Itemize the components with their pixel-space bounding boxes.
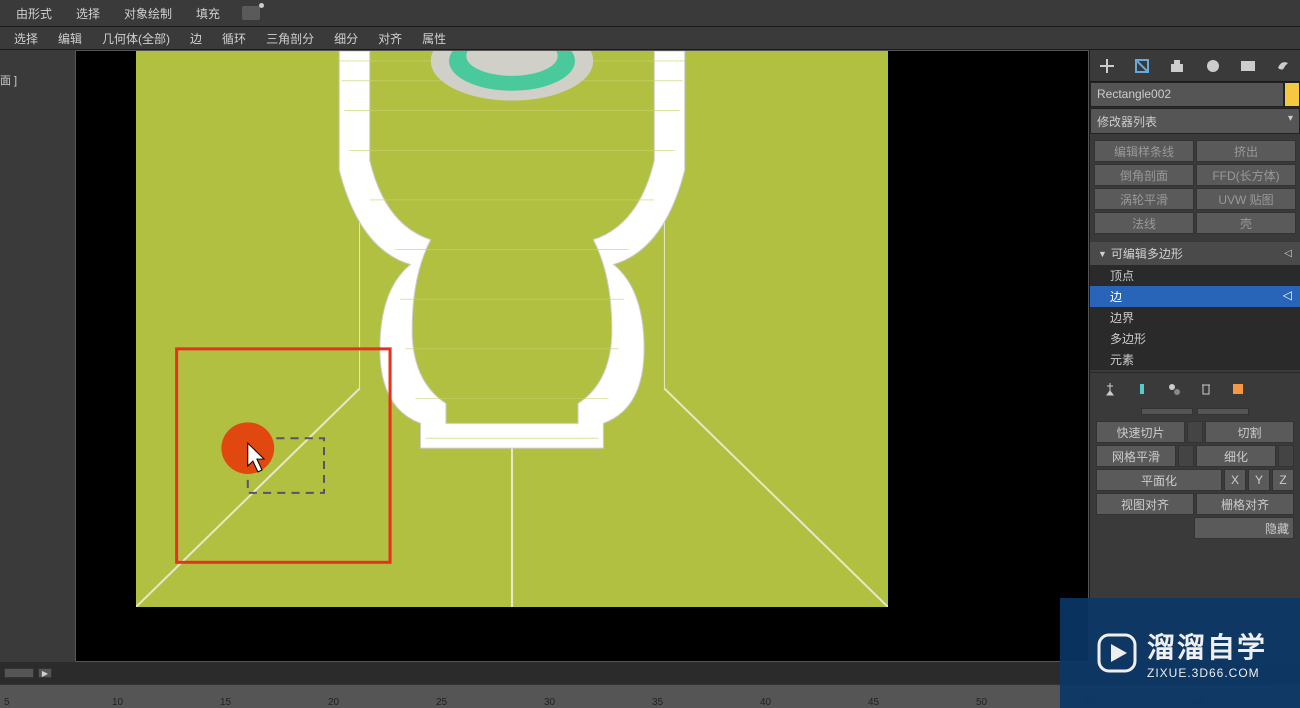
watermark-logo-icon	[1093, 629, 1141, 677]
menu-fill[interactable]: 填充	[184, 1, 232, 26]
motion-tab-icon[interactable]	[1202, 55, 1224, 77]
menu2-geometry-all[interactable]: 几何体(全部)	[92, 27, 180, 50]
remove-modifier-icon[interactable]	[1196, 379, 1216, 399]
main-area: 面 ]	[0, 50, 1300, 662]
menu2-edge[interactable]: 边	[180, 27, 212, 50]
horizontal-scrollbar[interactable]	[4, 668, 34, 678]
timeline-tick: 45	[864, 697, 972, 708]
menu2-edit[interactable]: 编辑	[48, 27, 92, 50]
viewport-label: 面 ]	[0, 72, 17, 88]
planar-x-button[interactable]: X	[1224, 469, 1246, 491]
timeline-tick: 40	[756, 697, 864, 708]
notification-icon[interactable]	[242, 6, 260, 20]
menu-object-paint[interactable]: 对象绘制	[112, 1, 184, 26]
stack-item-edge-indicator-icon: ◁	[1283, 288, 1292, 305]
menu2-align[interactable]: 对齐	[368, 27, 412, 50]
msmooth-button[interactable]: 网格平滑	[1096, 445, 1176, 467]
timeline-tick: 35	[648, 697, 756, 708]
mod-edit-spline-button[interactable]: 编辑样条线	[1094, 140, 1194, 162]
timeline-tick: 20	[324, 697, 432, 708]
timeline-tick: 10	[108, 697, 216, 708]
quickslice-button[interactable]: 快速切片	[1096, 421, 1185, 443]
make-unique-icon[interactable]	[1164, 379, 1184, 399]
modifier-quick-buttons: 编辑样条线 挤出 倒角剖面 FFD(长方体) 涡轮平滑 UVW 贴图 法线 壳	[1090, 134, 1300, 240]
menu-freeform[interactable]: 由形式	[4, 1, 64, 26]
menu-select[interactable]: 选择	[64, 1, 112, 26]
timeline-tick: 25	[432, 697, 540, 708]
menu2-properties[interactable]: 属性	[412, 27, 456, 50]
make-planar-button[interactable]: 平面化	[1096, 469, 1222, 491]
mod-turbosmooth-button[interactable]: 涡轮平滑	[1094, 188, 1194, 210]
viewport[interactable]	[75, 50, 1089, 662]
modifier-list-dropdown[interactable]: 修改器列表	[1090, 108, 1300, 134]
tessellate-settings[interactable]	[1278, 445, 1294, 467]
view-align-button[interactable]: 视图对齐	[1096, 493, 1194, 515]
stack-item-edge-label: 边	[1110, 288, 1122, 305]
mod-normal-button[interactable]: 法线	[1094, 212, 1194, 234]
stack-collapse-icon: ▼	[1098, 249, 1107, 259]
command-panel: Rectangle002 修改器列表 编辑样条线 挤出 倒角剖面 FFD(长方体…	[1089, 50, 1300, 662]
mod-shell-button[interactable]: 壳	[1196, 212, 1296, 234]
edit-geometry-rollout: 快速切片 切割 网格平滑 细化 平面化 X Y Z 视图对齐 栅格对齐	[1090, 417, 1300, 545]
cut-button[interactable]: 切割	[1205, 421, 1294, 443]
stack-item-element[interactable]: 元素	[1090, 349, 1300, 370]
grid-align-button[interactable]: 栅格对齐	[1196, 493, 1294, 515]
object-color-swatch[interactable]	[1284, 82, 1300, 107]
utilities-tab-icon[interactable]	[1272, 55, 1294, 77]
stack-item-polygon[interactable]: 多边形	[1090, 328, 1300, 349]
configure-modifier-sets-icon[interactable]	[1228, 379, 1248, 399]
msmooth-settings[interactable]	[1178, 445, 1194, 467]
object-name-input[interactable]: Rectangle002	[1090, 82, 1284, 107]
stack-item-border[interactable]: 边界	[1090, 307, 1300, 328]
show-end-result-icon[interactable]	[1132, 379, 1152, 399]
stack-toggle-icon[interactable]: ◁	[1284, 248, 1292, 259]
watermark-url: ZIXUE.3D66.COM	[1147, 666, 1260, 680]
secondary-menu-bar: 选择 编辑 几何体(全部) 边 循环 三角剖分 细分 对齐 属性	[0, 26, 1300, 50]
mod-extrude-button[interactable]: 挤出	[1196, 140, 1296, 162]
timeline-tick: 30	[540, 697, 648, 708]
display-tab-icon[interactable]	[1237, 55, 1259, 77]
mod-ffd-box-button[interactable]: FFD(长方体)	[1196, 164, 1296, 186]
modifier-stack: ▼ 可编辑多边形 ◁ 顶点 边 ◁ 边界 多边形 元素	[1090, 242, 1300, 370]
stack-tools-row	[1090, 372, 1300, 405]
stack-item-edge[interactable]: 边 ◁	[1090, 286, 1300, 307]
scroll-right-button[interactable]: ▶	[38, 668, 52, 678]
quickslice-settings[interactable]	[1187, 421, 1203, 443]
primary-menu-bar: 由形式 选择 对象绘制 填充	[0, 0, 1300, 26]
hierarchy-tab-icon[interactable]	[1166, 55, 1188, 77]
tessellate-button[interactable]: 细化	[1196, 445, 1276, 467]
menu2-triangulate[interactable]: 三角剖分	[256, 27, 324, 50]
left-strip: 面 ]	[0, 50, 75, 662]
watermark-title: 溜溜自学	[1147, 626, 1267, 666]
rollout-separator[interactable]	[1090, 405, 1300, 417]
stack-header-label: 可编辑多边形	[1111, 245, 1183, 262]
object-name-row: Rectangle002	[1090, 82, 1300, 108]
mod-bevel-profile-button[interactable]: 倒角剖面	[1094, 164, 1194, 186]
stack-item-vertex[interactable]: 顶点	[1090, 265, 1300, 286]
create-tab-icon[interactable]	[1096, 55, 1118, 77]
unhide-button[interactable]: 隐藏	[1194, 517, 1294, 539]
menu2-subdivide[interactable]: 细分	[324, 27, 368, 50]
viewport-scene	[136, 51, 888, 607]
timeline-tick: 5	[0, 697, 108, 708]
watermark: 溜溜自学 ZIXUE.3D66.COM	[1060, 598, 1300, 708]
planar-y-button[interactable]: Y	[1248, 469, 1270, 491]
menu2-select[interactable]: 选择	[4, 27, 48, 50]
command-panel-tabs	[1090, 50, 1300, 82]
menu2-loop[interactable]: 循环	[212, 27, 256, 50]
timeline-tick: 15	[216, 697, 324, 708]
modify-tab-icon[interactable]	[1131, 55, 1153, 77]
mod-uvw-map-button[interactable]: UVW 贴图	[1196, 188, 1296, 210]
planar-z-button[interactable]: Z	[1272, 469, 1294, 491]
stack-header-editable-poly[interactable]: ▼ 可编辑多边形 ◁	[1090, 242, 1300, 265]
pin-stack-icon[interactable]	[1100, 379, 1120, 399]
